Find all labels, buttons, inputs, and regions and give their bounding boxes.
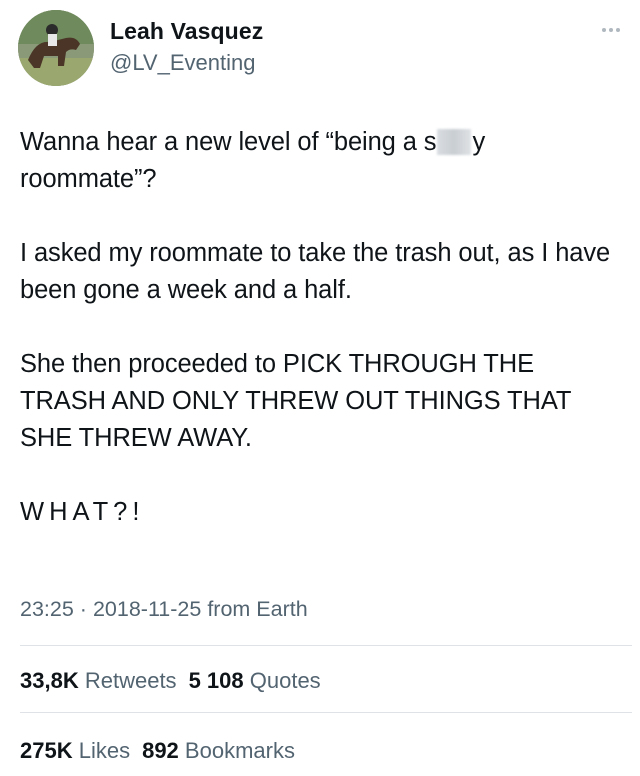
likes-count: 275K — [20, 738, 73, 763]
retweets-link[interactable]: 33,8K Retweets — [20, 668, 177, 693]
quotes-label: Quotes — [249, 668, 321, 693]
divider — [20, 712, 632, 713]
tweet-date: 2018-11-25 — [92, 597, 202, 621]
retweets-count: 33,8K — [20, 668, 79, 693]
horse-rider-photo-icon — [18, 10, 94, 86]
quotes-count: 5 108 — [188, 668, 244, 693]
tweet-line-1-start: Wanna hear a new level of “being a s — [20, 128, 437, 156]
retweets-label: Retweets — [84, 668, 177, 693]
bookmarks-count: 892 — [142, 738, 179, 763]
bookmarks-link[interactable]: 892 Bookmarks — [142, 738, 295, 763]
tweet-text: Wanna hear a new level of “being a s y roo… — [20, 124, 625, 568]
author-name[interactable]: Leah Vasquez — [110, 18, 263, 45]
tweet-card: Leah Vasquez @LV_Eventing Wanna hear a n… — [0, 0, 640, 776]
likes-label: Likes — [78, 738, 131, 763]
bookmarks-label: Bookmarks — [184, 738, 295, 763]
tweet-paragraph-1: Wanna hear a new level of “being a s y roo… — [20, 124, 625, 198]
stats-row-engagement: 275K Likes 892 Bookmarks — [20, 738, 295, 764]
tweet-timestamp[interactable]: 23:25 · 2018-11-25 from Earth — [20, 597, 308, 622]
avatar[interactable] — [18, 10, 94, 86]
quotes-link[interactable]: 5 108 Quotes — [189, 668, 321, 693]
more-dots-icon[interactable] — [596, 22, 626, 38]
divider — [20, 645, 632, 646]
likes-link[interactable]: 275K Likes — [20, 738, 130, 763]
meta-separator: · — [79, 597, 87, 621]
tweet-paragraph-3: She then proceeded to PICK THROUGH THE T… — [20, 350, 571, 452]
stats-row-shares: 33,8K Retweets 5 108 Quotes — [20, 668, 321, 694]
tweet-paragraph-2: I asked my roommate to take the trash ou… — [20, 239, 611, 304]
author-handle[interactable]: @LV_Eventing — [110, 50, 255, 76]
censor-blur — [437, 129, 472, 155]
tweet-line-2: roommate”? — [20, 165, 157, 193]
tweet-line-1-end: y — [472, 128, 486, 156]
tweet-time: 23:25 — [20, 597, 74, 621]
tweet-source: from Earth — [207, 597, 308, 621]
tweet-paragraph-4: WHAT?! — [20, 498, 145, 526]
